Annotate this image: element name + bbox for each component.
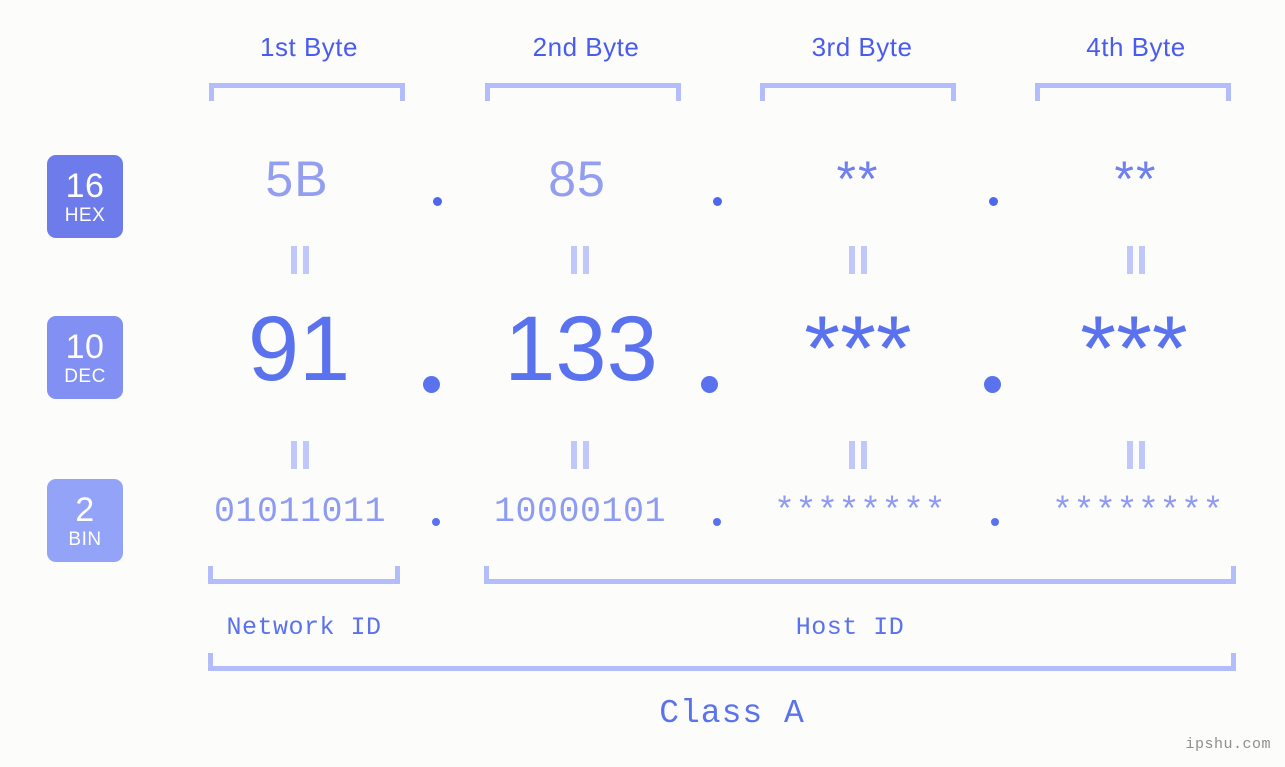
site-watermark: ipshu.com [1185,736,1271,753]
class-label: Class A [659,695,805,732]
network-id-bracket [208,566,400,584]
ip-address-breakdown-diagram: 1st Byte 2nd Byte 3rd Byte 4th Byte 16 H… [0,0,1285,767]
equals-connector-2-1 [288,441,312,469]
byte-header-label-3: 3rd Byte [811,32,913,62]
radix-badge-bin: 2 BIN [47,479,123,562]
host-id-label: Host ID [795,613,905,642]
equals-connector-1-1 [288,246,312,274]
radix-badge-hex-name: HEX [64,204,106,226]
dec-separator-dot-3 [980,376,1004,393]
equals-connector-1-3 [846,246,870,274]
bin-value-byte-2: 10000101 [493,492,667,532]
radix-badge-dec-name: DEC [64,365,106,387]
dec-value-byte-2: 133 [504,298,658,400]
radix-badge-bin-number: 2 [75,490,95,529]
bin-value-byte-4: ******** [1051,492,1225,532]
radix-badge-hex: 16 HEX [47,155,123,238]
radix-badge-dec-number: 10 [65,327,105,366]
bin-value-byte-1: 01011011 [213,492,387,532]
hex-value-byte-3: ** [836,151,880,207]
equals-connector-2-2 [568,441,592,469]
host-id-bracket [484,566,1236,584]
byte-header-label-1: 1st Byte [260,32,358,62]
bin-value-byte-3: ******** [773,492,947,532]
dec-separator-dot-2 [697,376,721,393]
bin-separator-dot-1 [428,518,444,526]
byte-header-label-4: 4th Byte [1086,32,1186,62]
bin-separator-dot-3 [987,518,1003,526]
network-id-label: Network ID [226,613,382,642]
equals-connector-2-3 [846,441,870,469]
byte-bracket-top-3 [760,83,956,101]
radix-badge-hex-number: 16 [65,166,105,205]
hex-value-byte-4: ** [1114,151,1158,207]
equals-connector-1-4 [1124,246,1148,274]
dec-value-byte-1: 91 [247,298,351,400]
hex-separator-dot-2 [708,197,726,206]
dec-value-byte-4: *** [1080,298,1188,400]
bin-separator-dot-2 [709,518,725,526]
radix-badge-bin-name: BIN [68,528,102,550]
hex-separator-dot-3 [984,197,1002,206]
class-bracket [208,653,1236,671]
hex-separator-dot-1 [428,197,446,206]
byte-bracket-top-4 [1035,83,1231,101]
dec-separator-dot-1 [419,376,443,393]
equals-connector-2-4 [1124,441,1148,469]
dec-value-byte-3: *** [804,298,912,400]
equals-connector-1-2 [568,246,592,274]
byte-bracket-top-1 [209,83,405,101]
radix-badge-dec: 10 DEC [47,316,123,399]
byte-header-label-2: 2nd Byte [532,32,640,62]
hex-value-byte-2: 85 [548,151,606,207]
hex-value-byte-1: 5B [265,151,329,207]
byte-bracket-top-2 [485,83,681,101]
